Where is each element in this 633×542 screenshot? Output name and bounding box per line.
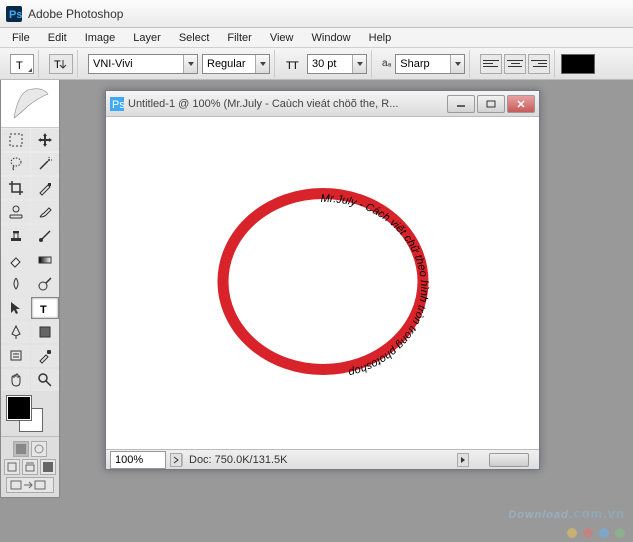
dot-icon — [615, 528, 625, 538]
dropdown-arrow-icon — [352, 55, 366, 73]
svg-text:T: T — [292, 60, 299, 71]
antialias-icon: aₐ — [382, 58, 391, 69]
menu-filter[interactable]: Filter — [219, 30, 259, 46]
document-title: Untitled-1 @ 100% (Mr.July - Caùch vieát… — [128, 98, 447, 110]
scroll-thumb[interactable] — [489, 453, 529, 467]
menu-layer[interactable]: Layer — [125, 30, 169, 46]
marquee-tool[interactable] — [2, 129, 30, 151]
move-tool[interactable] — [31, 129, 59, 151]
document-canvas[interactable]: Mr.July - Cách viết chữ theo hình tròn t… — [106, 117, 539, 449]
watermark: Download.com.vn — [508, 498, 625, 538]
color-swatches — [1, 392, 59, 436]
dropdown-arrow-icon — [183, 55, 197, 73]
status-menu-arrow[interactable] — [170, 453, 182, 467]
quick-mask-button[interactable] — [31, 441, 47, 457]
text-align-group — [476, 50, 555, 78]
antialias-value: Sharp — [400, 58, 429, 70]
antialias-select[interactable]: Sharp — [395, 54, 465, 74]
align-left-button[interactable] — [480, 54, 502, 74]
document-window: Ps Untitled-1 @ 100% (Mr.July - Caùch vi… — [105, 90, 540, 470]
screen-mode-standard[interactable] — [4, 459, 20, 475]
type-tool[interactable]: T — [31, 297, 59, 319]
svg-text:T: T — [16, 60, 23, 71]
dot-icon — [583, 528, 593, 538]
tools-panel: T — [0, 80, 60, 498]
healing-brush-tool[interactable] — [2, 201, 30, 223]
blur-tool[interactable] — [2, 273, 30, 295]
watermark-suffix: .com.vn — [569, 506, 625, 521]
magic-wand-tool[interactable] — [31, 153, 59, 175]
font-size-icon: TT — [285, 55, 303, 73]
scroll-right-arrow[interactable] — [457, 453, 469, 467]
lasso-tool[interactable] — [2, 153, 30, 175]
document-title-bar[interactable]: Ps Untitled-1 @ 100% (Mr.July - Caùch vi… — [106, 91, 539, 117]
canvas-artwork: Mr.July - Cách viết chữ theo hình tròn t… — [193, 167, 453, 400]
maximize-button[interactable] — [477, 95, 505, 113]
align-right-button[interactable] — [528, 54, 550, 74]
dot-icon — [567, 528, 577, 538]
text-color-swatch[interactable] — [561, 54, 595, 74]
tool-preset-picker[interactable]: T — [10, 54, 34, 74]
text-orientation-button[interactable]: T — [49, 54, 73, 74]
standard-mode-button[interactable] — [13, 441, 29, 457]
menu-edit[interactable]: Edit — [40, 30, 75, 46]
menu-image[interactable]: Image — [77, 30, 124, 46]
options-bar: T T VNI-Vivi Regular TT 30 pt aₐ Sharp — [0, 48, 633, 80]
tools-header — [1, 80, 59, 128]
dropdown-arrow-icon — [255, 55, 269, 73]
menu-file[interactable]: File — [4, 30, 38, 46]
shape-tool[interactable] — [31, 321, 59, 343]
font-size-select[interactable]: 30 pt — [307, 54, 367, 74]
font-family-value: VNI-Vivi — [93, 58, 133, 70]
font-size-value: 30 pt — [312, 58, 336, 70]
slice-tool[interactable] — [31, 177, 59, 199]
zoom-tool[interactable] — [31, 369, 59, 391]
clone-stamp-tool[interactable] — [2, 225, 30, 247]
foreground-color[interactable] — [7, 396, 31, 420]
document-info: Doc: 750.0K/131.5K — [182, 454, 293, 466]
dropdown-arrow-icon — [450, 55, 464, 73]
eraser-tool[interactable] — [2, 249, 30, 271]
gradient-tool[interactable] — [31, 249, 59, 271]
screen-mode-full[interactable] — [40, 459, 56, 475]
app-icon: Ps — [6, 6, 22, 22]
watermark-main: Download — [508, 509, 569, 521]
document-icon: Ps — [110, 97, 124, 111]
screen-mode-full-menu[interactable] — [22, 459, 38, 475]
menu-help[interactable]: Help — [361, 30, 400, 46]
dodge-tool[interactable] — [31, 273, 59, 295]
minimize-button[interactable] — [447, 95, 475, 113]
watermark-dots — [567, 528, 625, 538]
menu-window[interactable]: Window — [304, 30, 359, 46]
menu-view[interactable]: View — [262, 30, 302, 46]
svg-text:T: T — [40, 304, 47, 316]
menu-bar: File Edit Image Layer Select Filter View… — [0, 28, 633, 48]
font-style-select[interactable]: Regular — [202, 54, 270, 74]
svg-text:Ps: Ps — [9, 9, 22, 21]
close-button[interactable] — [507, 95, 535, 113]
pen-tool[interactable] — [2, 321, 30, 343]
font-style-value: Regular — [207, 58, 246, 70]
app-title: Adobe Photoshop — [28, 7, 123, 21]
hand-tool[interactable] — [2, 369, 30, 391]
eyedropper-tool[interactable] — [31, 345, 59, 367]
zoom-field[interactable]: 100% — [110, 451, 166, 469]
svg-text:T: T — [54, 59, 61, 71]
app-title-bar: Ps Adobe Photoshop — [0, 0, 633, 28]
jump-to-imageready-button[interactable] — [6, 477, 54, 493]
crop-tool[interactable] — [2, 177, 30, 199]
menu-select[interactable]: Select — [171, 30, 218, 46]
history-brush-tool[interactable] — [31, 225, 59, 247]
brush-tool[interactable] — [31, 201, 59, 223]
svg-text:Ps: Ps — [112, 99, 124, 111]
notes-tool[interactable] — [2, 345, 30, 367]
workspace: T — [0, 80, 633, 542]
align-center-button[interactable] — [504, 54, 526, 74]
document-status-bar: 100% Doc: 750.0K/131.5K — [106, 449, 539, 469]
dot-icon — [599, 528, 609, 538]
font-family-select[interactable]: VNI-Vivi — [88, 54, 198, 74]
path-selection-tool[interactable] — [2, 297, 30, 319]
